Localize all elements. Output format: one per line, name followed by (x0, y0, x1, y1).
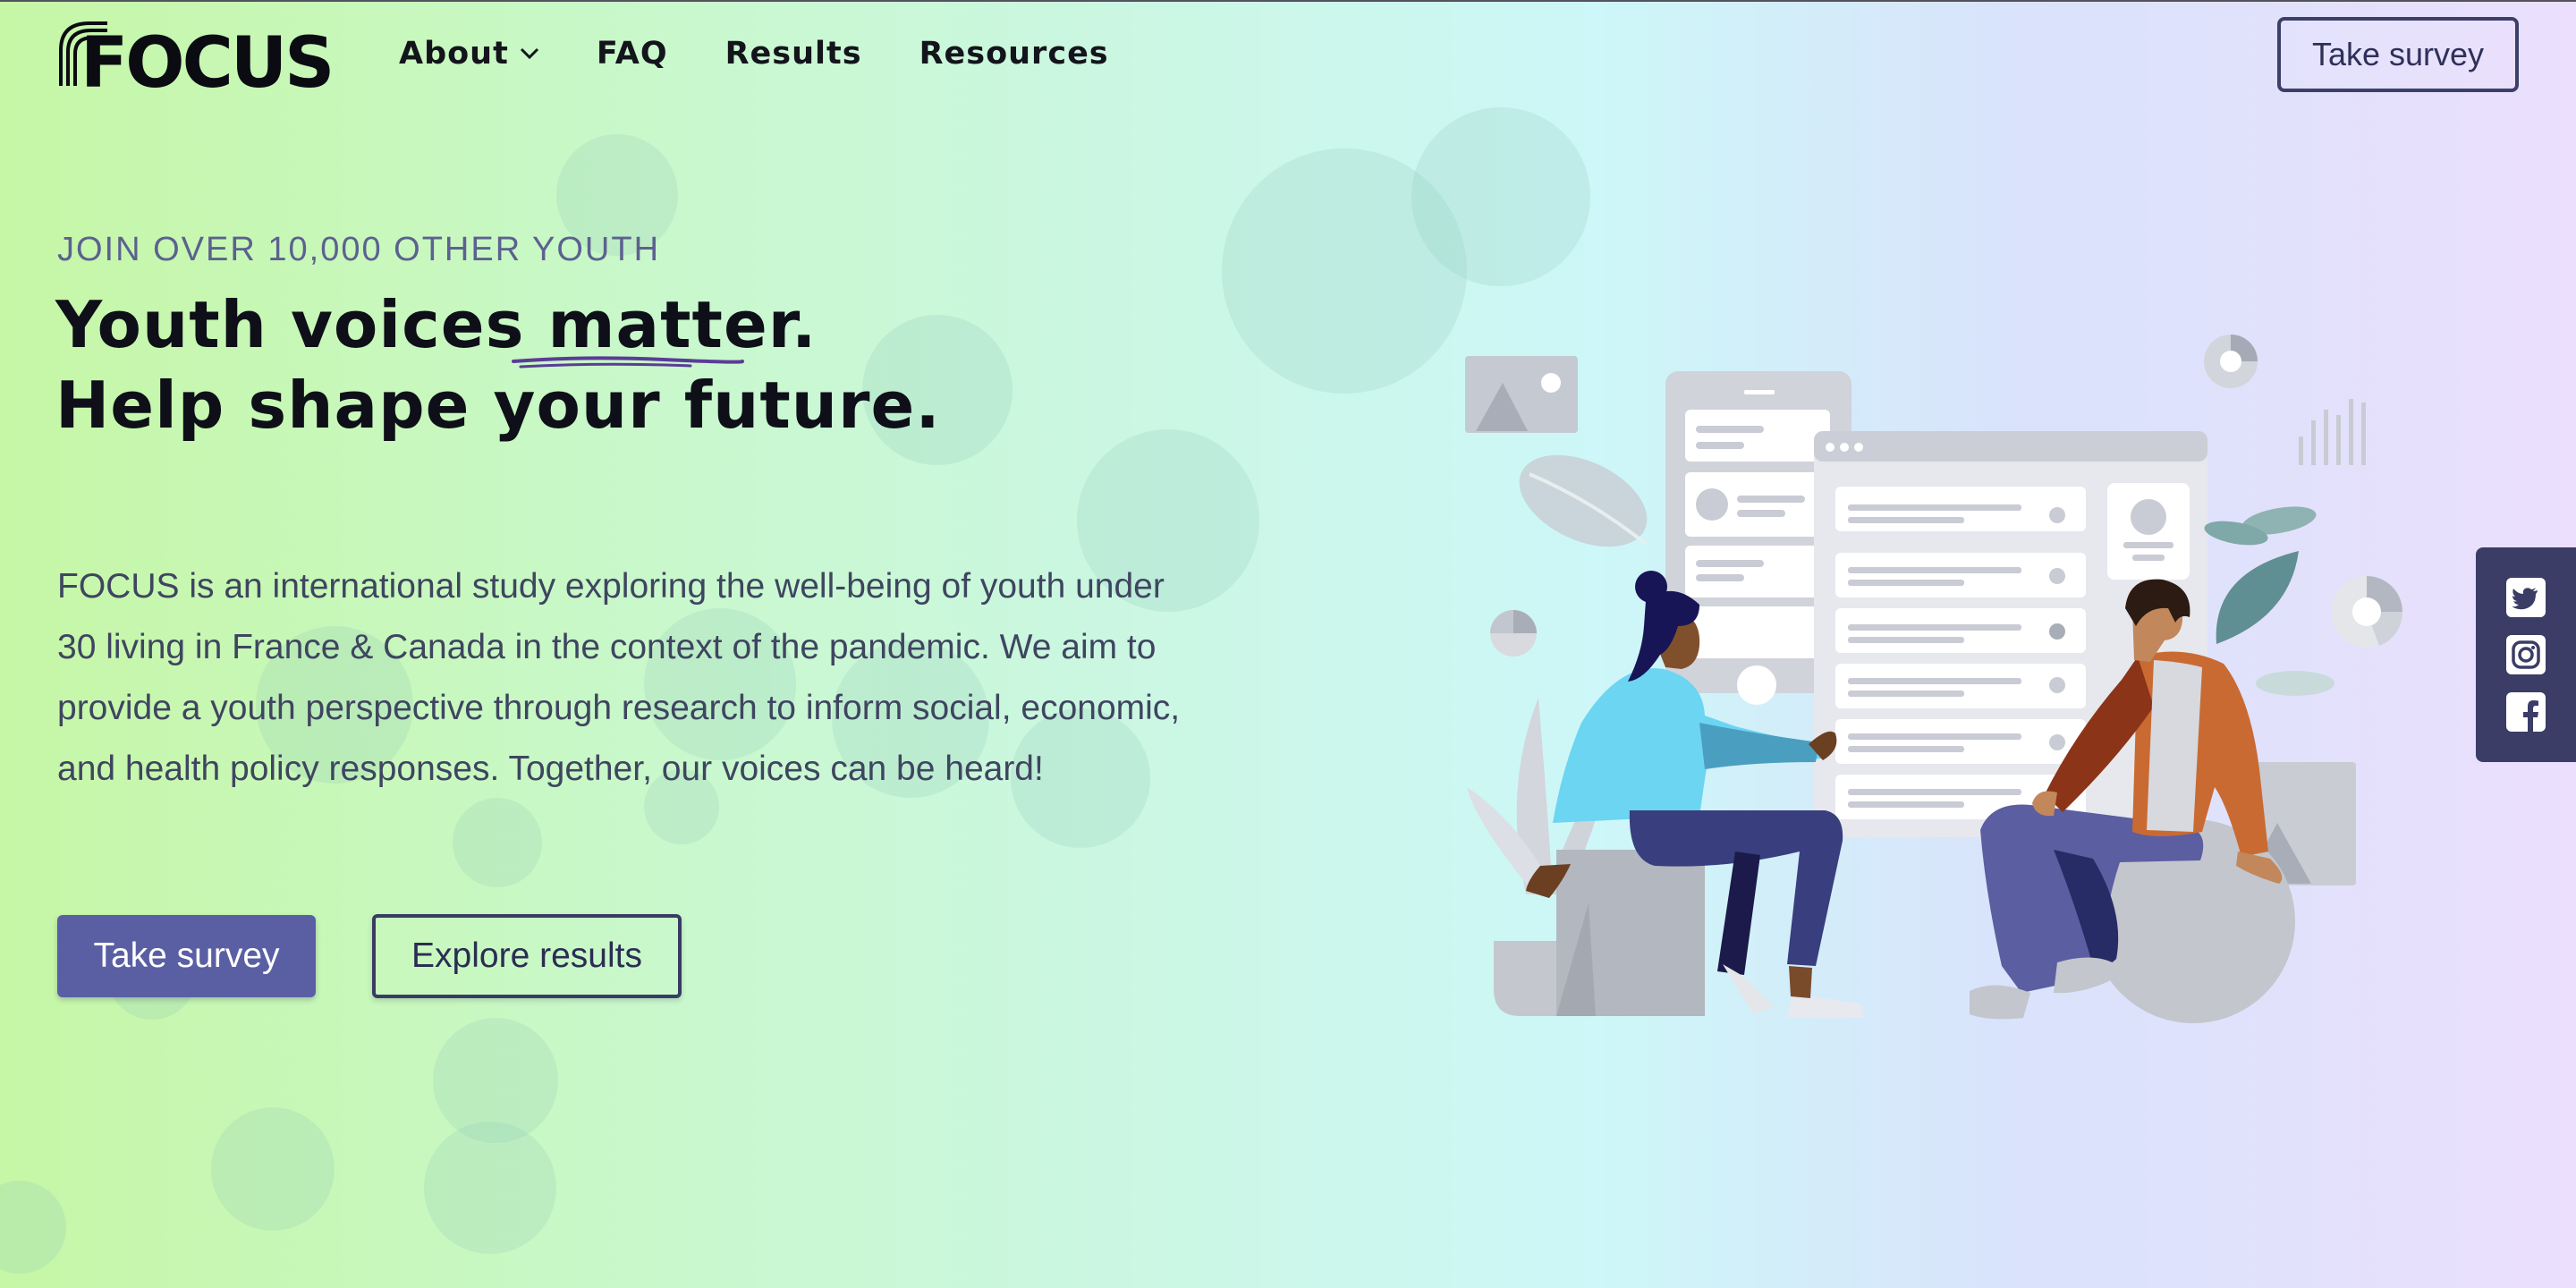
headline-underline-squiggle (512, 356, 745, 369)
header-take-survey-button[interactable]: Take survey (2277, 17, 2519, 92)
social-sidebar (2476, 547, 2576, 762)
headline-emphasis: matter (547, 287, 792, 362)
leaf-graphic (1519, 454, 1648, 547)
nav-resources[interactable]: Resources (919, 36, 1109, 72)
headline-period: . (792, 287, 818, 362)
description-line: and health policy responses. Together, o… (57, 750, 1044, 788)
svg-text:FOCUS: FOCUS (80, 23, 331, 95)
bg-bubble (424, 1122, 556, 1254)
pie-chart-graphic (2204, 335, 2258, 388)
nav-about-label: About (399, 36, 509, 72)
description-line: provide a youth perspective through rese… (57, 689, 1181, 727)
bg-bubble (453, 798, 542, 887)
pie-chart-graphic-right (2331, 576, 2403, 648)
main-nav: About FAQ Results Resources (399, 0, 1109, 107)
chevron-down-icon (520, 47, 538, 60)
description-line: 30 living in France & Canada in the cont… (57, 628, 1157, 666)
headline-part: Youth voices (55, 287, 548, 362)
headline-line-1: Youth voices matter. (55, 284, 941, 365)
nav-faq[interactable]: FAQ (597, 36, 668, 72)
pie-chart-graphic-left (1490, 610, 1537, 657)
facebook-icon[interactable] (2506, 692, 2546, 732)
focus-logo[interactable]: FOCUS (54, 16, 335, 104)
take-survey-button[interactable]: Take survey (57, 915, 316, 997)
hero-illustration (1465, 335, 2403, 1023)
hero-description: FOCUS is an international study explorin… (57, 556, 1256, 800)
nav-about[interactable]: About (399, 36, 539, 72)
explore-results-button[interactable]: Explore results (372, 914, 682, 998)
nav-results-label: Results (724, 36, 862, 72)
nav-faq-label: FAQ (596, 36, 668, 72)
focus-logo-mark: FOCUS (59, 21, 335, 104)
headline-line-2: Help shape your future. (55, 368, 941, 443)
nav-resources-label: Resources (919, 36, 1109, 72)
image-frame-graphic (1465, 356, 1578, 433)
bg-bubble (211, 1107, 335, 1231)
bar-chart-graphic (2299, 399, 2366, 465)
bg-bubble (0, 1181, 66, 1274)
twitter-icon[interactable] (2506, 578, 2546, 617)
hero-eyebrow: JOIN OVER 10,000 OTHER YOUTH (57, 231, 661, 268)
description-line: FOCUS is an international study explorin… (57, 567, 1165, 606)
hero-headline: Youth voices matter. Help shape your fut… (55, 284, 941, 445)
top-border (0, 0, 2576, 2)
instagram-icon[interactable] (2506, 635, 2546, 674)
nav-results[interactable]: Results (725, 36, 862, 72)
